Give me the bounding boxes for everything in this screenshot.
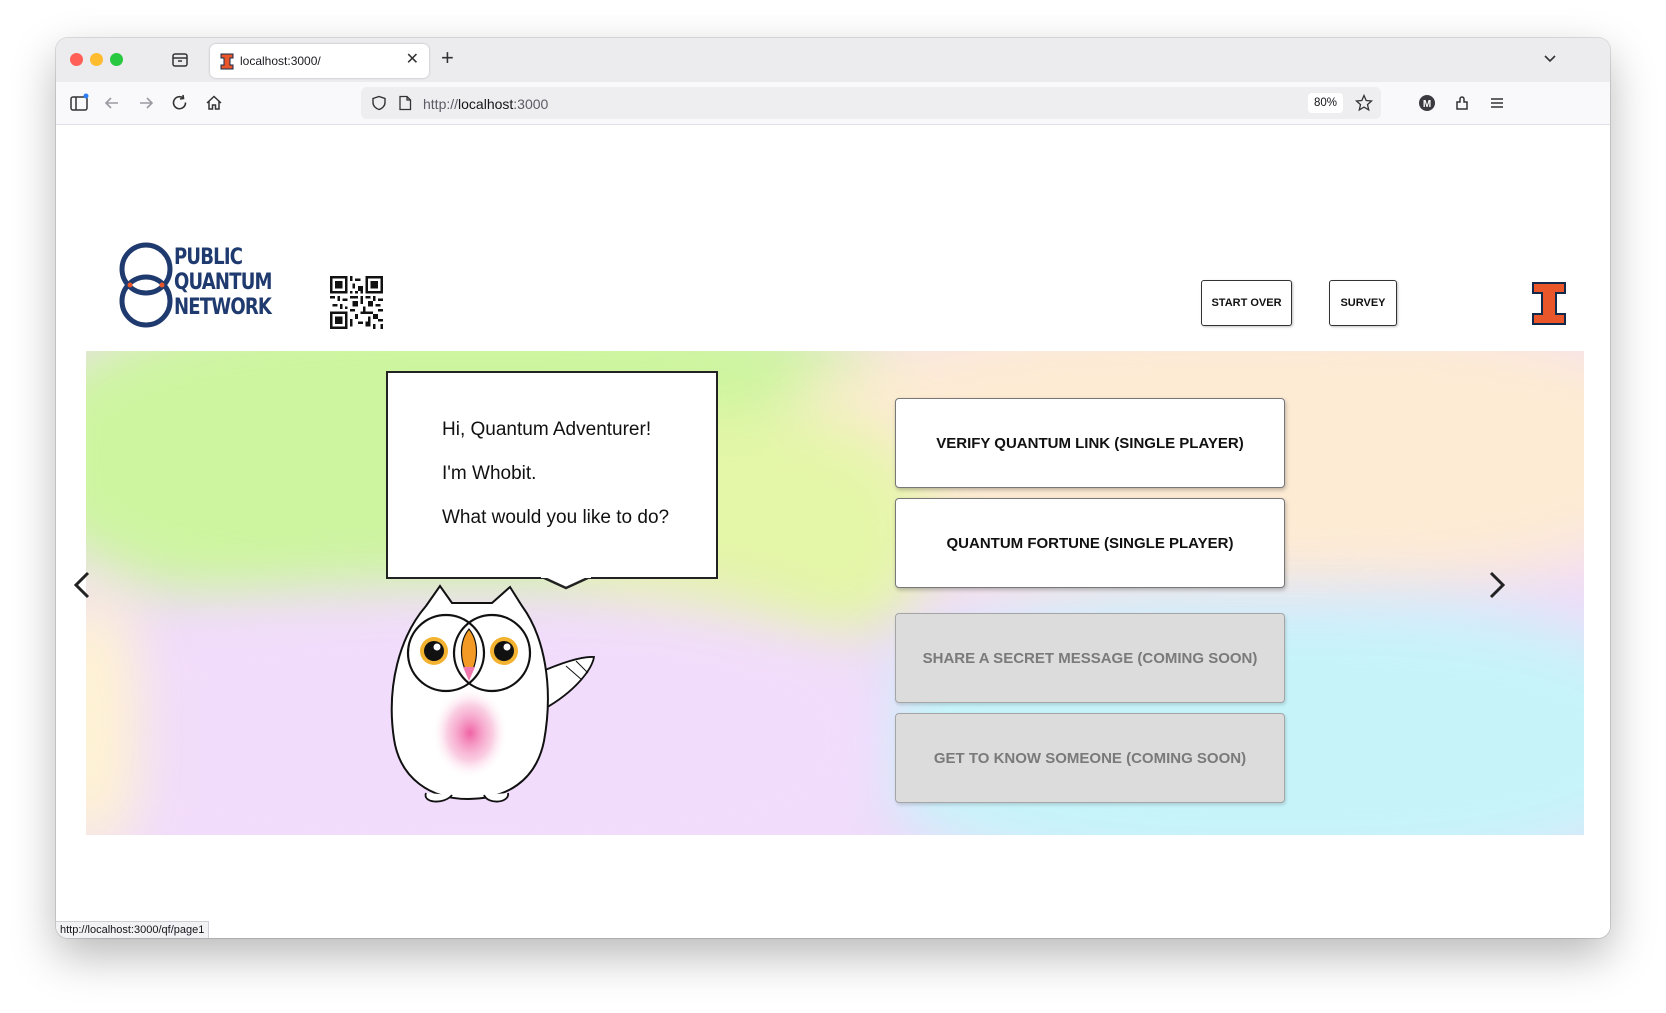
star-icon[interactable]: [1355, 94, 1373, 112]
account-icon[interactable]: M: [1416, 92, 1438, 114]
url-text: http://localhost:3000: [423, 96, 548, 112]
extensions-icon[interactable]: [1451, 92, 1473, 114]
close-tab-icon[interactable]: ✕: [406, 51, 419, 69]
browser-window: localhost:3000/ ✕ + http://localhost:300…: [56, 38, 1610, 938]
url-bar[interactable]: http://localhost:3000 80%: [361, 87, 1381, 119]
sidebar-icon[interactable]: [68, 92, 90, 114]
logo-text-quantum: QUANTUM: [174, 270, 272, 295]
intro-line: I'm Whobit.: [442, 463, 537, 484]
illinois-favicon-icon: [220, 53, 234, 70]
verify-quantum-link-button[interactable]: VERIFY QUANTUM LINK (SINGLE PLAYER): [895, 398, 1285, 488]
speech-bubble: Hi, Quantum Adventurer! I'm Whobit. What…: [386, 371, 718, 579]
logo-text-public: PUBLIC: [174, 245, 243, 270]
start-over-button[interactable]: START OVER: [1201, 280, 1292, 326]
navigation-bar: http://localhost:3000 80% M: [56, 82, 1610, 125]
url-host: localhost: [458, 96, 514, 112]
tab-overview-icon[interactable]: [170, 50, 190, 70]
menu-icon[interactable]: [1486, 92, 1508, 114]
zoom-level-badge[interactable]: 80%: [1307, 93, 1343, 113]
illinois-logo: [1532, 282, 1566, 325]
shield-icon[interactable]: [371, 95, 387, 111]
svg-text:M: M: [1423, 99, 1431, 110]
public-quantum-network-logo: PUBLIC QUANTUM NETWORK: [118, 241, 278, 331]
zoom-window-button[interactable]: [110, 53, 123, 66]
chevron-right-icon[interactable]: [1481, 565, 1511, 605]
chevron-down-icon[interactable]: [1540, 48, 1560, 68]
home-icon[interactable]: [203, 92, 225, 114]
whobit-owl-mascot: [390, 584, 596, 803]
page-content: PUBLIC QUANTUM NETWORK START OVER SURVEY…: [56, 125, 1610, 938]
yellow-edge-wash: [86, 591, 136, 835]
greeting-line: Hi, Quantum Adventurer!: [442, 419, 652, 440]
question-line: What would you like to do?: [442, 507, 670, 528]
scene-panel: [86, 351, 1584, 835]
active-tab[interactable]: localhost:3000/ ✕: [210, 44, 429, 78]
status-bar-link: http://localhost:3000/qf/page1: [56, 921, 210, 938]
new-tab-icon[interactable]: +: [441, 46, 454, 70]
get-to-know-someone-button[interactable]: GET TO KNOW SOMEONE (COMING SOON): [895, 713, 1285, 803]
forward-icon[interactable]: [135, 92, 157, 114]
reload-icon[interactable]: [169, 92, 191, 114]
tab-bar: localhost:3000/ ✕ +: [56, 38, 1610, 82]
survey-button[interactable]: SURVEY: [1329, 280, 1397, 326]
page-icon[interactable]: [398, 95, 412, 111]
back-icon[interactable]: [101, 92, 123, 114]
share-secret-message-button[interactable]: SHARE A SECRET MESSAGE (COMING SOON): [895, 613, 1285, 703]
url-port: :3000: [513, 96, 549, 112]
minimize-window-button[interactable]: [90, 53, 103, 66]
quantum-fortune-button[interactable]: QUANTUM FORTUNE (SINGLE PLAYER): [895, 498, 1285, 588]
chevron-left-icon[interactable]: [68, 565, 98, 605]
url-scheme: http://: [423, 96, 459, 112]
qr-code: [330, 276, 383, 329]
close-window-button[interactable]: [70, 53, 83, 66]
logo-text-network: NETWORK: [174, 295, 272, 320]
tab-title: localhost:3000/: [240, 54, 321, 68]
